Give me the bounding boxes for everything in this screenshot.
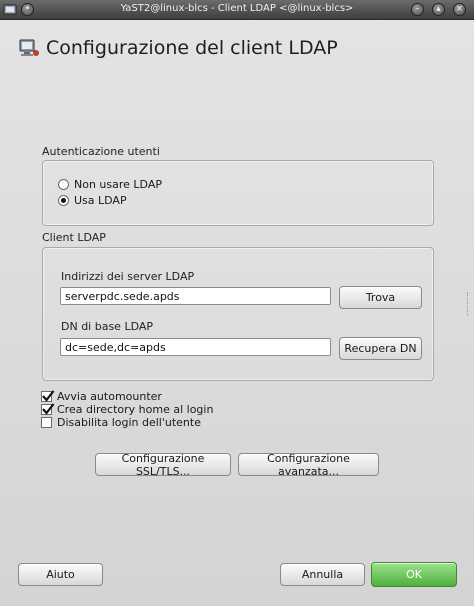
window-title: YaST2@linux-blcs - Client LDAP <@linux-b… xyxy=(120,3,354,14)
network-computer-icon xyxy=(18,37,40,59)
page-header: Configurazione del client LDAP xyxy=(18,32,338,64)
server-address-input[interactable] xyxy=(60,287,331,305)
help-button[interactable]: Aiuto xyxy=(18,563,103,586)
checkbox-disable-login-label: Disabilita login dell'utente xyxy=(57,416,201,429)
checkbox-automounter[interactable]: Avvia automounter xyxy=(41,390,162,403)
radio-use-ldap-label: Usa LDAP xyxy=(74,194,127,207)
base-dn-input[interactable] xyxy=(60,338,331,356)
minimize-icon[interactable]: – xyxy=(411,3,425,17)
radio-indicator-selected[interactable] xyxy=(58,195,69,206)
radio-no-ldap[interactable]: Non usare LDAP xyxy=(58,178,162,191)
radio-indicator[interactable] xyxy=(58,179,69,190)
close-icon[interactable]: × xyxy=(453,3,467,17)
checkbox-automounter-label: Avvia automounter xyxy=(57,390,162,403)
cancel-button[interactable]: Annulla xyxy=(280,563,365,586)
maximize-icon[interactable]: ▴ xyxy=(432,3,446,17)
radio-use-ldap[interactable]: Usa LDAP xyxy=(58,194,127,207)
checkbox-disable-login[interactable]: Disabilita login dell'utente xyxy=(41,416,201,429)
checkbox-indicator-checked[interactable] xyxy=(41,390,55,402)
radio-no-ldap-label: Non usare LDAP xyxy=(74,178,162,191)
ssl-tls-config-button[interactable]: Configurazione SSL/TLS... xyxy=(95,452,231,478)
auth-group-title: Autenticazione utenti xyxy=(42,145,160,158)
resize-grip[interactable] xyxy=(467,292,471,316)
client-group-frame xyxy=(42,247,434,381)
client-group-title: Client LDAP xyxy=(42,231,106,244)
checkbox-indicator-checked[interactable] xyxy=(41,403,55,415)
find-button[interactable]: Trova xyxy=(339,286,422,309)
server-address-label: Indirizzi dei server LDAP xyxy=(61,270,195,283)
checkbox-indicator[interactable] xyxy=(41,417,52,428)
ok-button[interactable]: OK xyxy=(371,562,457,587)
checkbox-create-home-label: Crea directory home al login xyxy=(57,403,214,416)
yast-window: • YaST2@linux-blcs - Client LDAP <@linux… xyxy=(0,0,474,606)
window-titlebar[interactable]: • YaST2@linux-blcs - Client LDAP <@linux… xyxy=(0,0,474,20)
fetch-dn-button[interactable]: Recupera DN xyxy=(339,337,422,360)
auth-group-frame xyxy=(42,160,434,226)
base-dn-label: DN di base LDAP xyxy=(61,320,154,333)
page-title: Configurazione del client LDAP xyxy=(46,37,338,59)
advanced-config-button[interactable]: Configurazione avanzata... xyxy=(238,452,379,478)
checkbox-create-home[interactable]: Crea directory home al login xyxy=(41,403,213,416)
